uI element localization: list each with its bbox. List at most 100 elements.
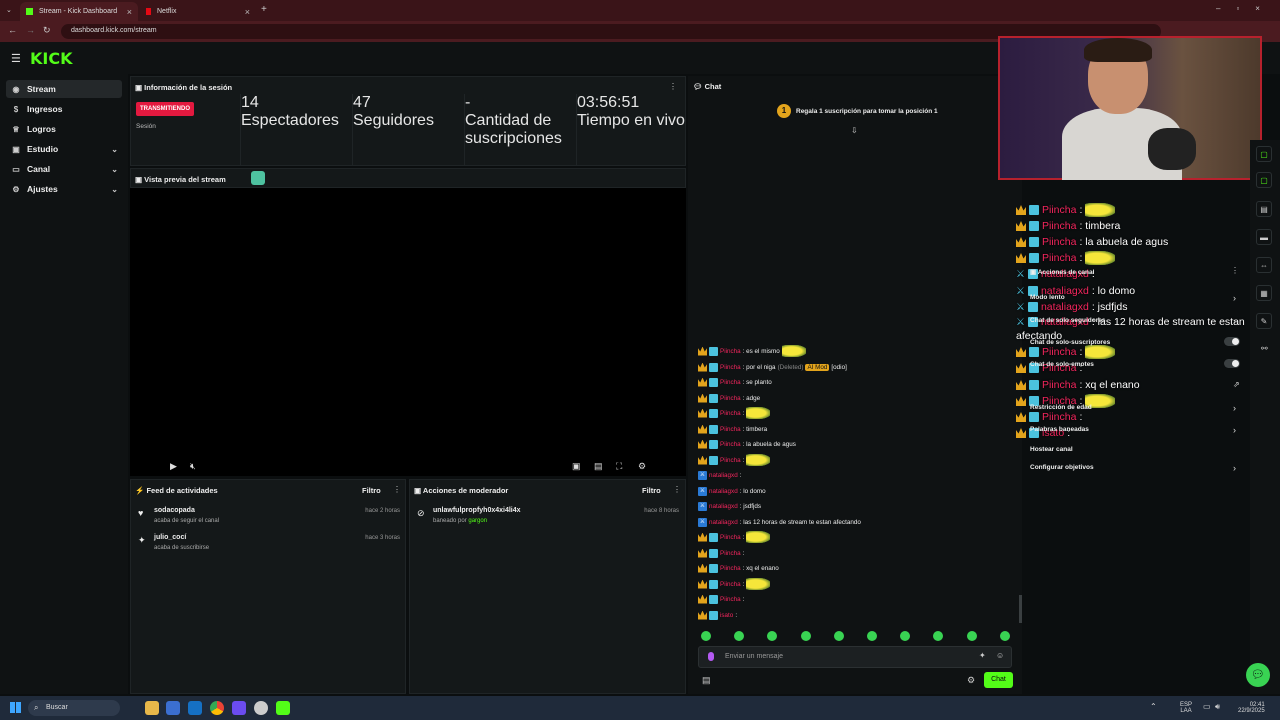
chat-username[interactable]: Piincha (720, 348, 741, 355)
chat-message[interactable]: Piincha: adge (698, 391, 760, 405)
chat-message[interactable]: Piincha: (698, 577, 771, 591)
chat-message[interactable]: ⚔ nataliagxd: lo domo (698, 484, 766, 498)
quick-emote-icon[interactable] (800, 631, 811, 641)
network-icon[interactable]: ▭ (1203, 703, 1211, 711)
chat-message[interactable]: Piincha: se planto (698, 375, 772, 389)
chat-username[interactable]: nataliagxd (709, 503, 738, 510)
tray-chevron-icon[interactable]: ⌃ (1150, 703, 1157, 711)
quick-emote-icon[interactable] (999, 631, 1010, 641)
back-icon[interactable]: ← (8, 25, 17, 35)
chat-message[interactable]: Piincha: (698, 530, 771, 544)
chat-message[interactable]: Piincha: por el niga (Deleted) AI Mod [odio… (698, 360, 847, 374)
store-icon[interactable] (166, 701, 180, 715)
tab-kick-dashboard[interactable]: Stream - Kick Dashboard × (20, 2, 138, 21)
outlook-icon[interactable] (188, 701, 202, 715)
more-options-icon[interactable]: ⋮ (393, 485, 401, 494)
chevron-right-icon[interactable]: › (1233, 403, 1236, 413)
expand-pinned-icon[interactable]: ⇩ (851, 126, 858, 135)
chat-username[interactable]: Piincha (720, 395, 741, 402)
activity-filter-button[interactable]: Filtro (362, 486, 381, 495)
sidebar-item-canal[interactable]: ▭ Canal ⌄ (6, 160, 122, 178)
quick-emote-icon[interactable] (701, 631, 711, 641)
rail-document-icon[interactable]: ▤ (1256, 201, 1272, 217)
theater-icon[interactable]: ▤ (594, 461, 603, 472)
chat-message[interactable]: Piincha: xq el enano (698, 561, 779, 575)
toggle-switch[interactable] (1224, 359, 1240, 368)
sidebar-item-ajustes[interactable]: ⚙ Ajustes ⌄ (6, 180, 122, 198)
chat-username[interactable]: Piincha (720, 457, 741, 464)
sidebar-item-ingresos[interactable]: $ Ingresos (6, 100, 122, 118)
chat-message-input[interactable]: Enviar un mensaje (698, 646, 1012, 668)
chat-username[interactable]: Piincha (720, 364, 741, 371)
chat-message[interactable]: Piincha: (698, 453, 771, 467)
settings-icon[interactable]: ⚙ (638, 461, 646, 472)
chat-username[interactable]: nataliagxd (709, 472, 738, 479)
new-tab-icon[interactable]: + (261, 4, 267, 15)
chat-username[interactable]: nataliagxd (709, 488, 738, 495)
chat-username[interactable]: Piincha (720, 596, 741, 603)
rail-wrench-icon[interactable]: ✎ (1256, 313, 1272, 329)
minimize-icon[interactable]: – (1216, 4, 1220, 13)
chat-message[interactable]: Piincha: timbera (698, 422, 767, 436)
chat-message[interactable]: isato: (698, 608, 737, 622)
emoji-picker-icon[interactable]: ☺ (996, 651, 1004, 660)
language-indicator[interactable]: ESP LAA (1180, 702, 1192, 714)
rail-expand-icon[interactable]: ⇔ (1256, 257, 1272, 273)
forward-icon[interactable]: → (26, 25, 35, 35)
discord-icon[interactable] (232, 701, 246, 715)
popout-icon[interactable]: ⇗ (1233, 380, 1240, 389)
more-options-icon[interactable]: ⋮ (1231, 266, 1239, 275)
play-icon[interactable]: ▶ (170, 461, 177, 472)
chat-username[interactable]: nataliagxd (709, 519, 738, 526)
rail-green-icon[interactable]: ▢ (1256, 172, 1272, 188)
channel-option-configurar-objetivos[interactable]: Configurar objetivos (1030, 464, 1094, 471)
chat-tools-icon[interactable]: ▤ (702, 675, 711, 686)
sidebar-item-logros[interactable]: ♕ Logros (6, 120, 122, 138)
fullscreen-icon[interactable]: ⛶ (616, 461, 622, 472)
chevron-right-icon[interactable]: › (1233, 463, 1236, 473)
stream-preview-player[interactable] (130, 188, 686, 476)
window-controls[interactable]: – ▫ × (1216, 4, 1260, 13)
channel-option-modo-lento[interactable]: Modo lento (1030, 294, 1065, 301)
chat-username[interactable]: Piincha (720, 410, 741, 417)
close-tab-icon[interactable]: × (245, 7, 250, 17)
hamburger-menu-icon[interactable]: ☰ (11, 52, 21, 65)
windows-start-icon[interactable] (10, 702, 21, 713)
sidebar-item-estudio[interactable]: ▣ Estudio ⌄ (6, 140, 122, 158)
kick-taskbar-icon[interactable] (276, 701, 290, 715)
support-chat-button[interactable]: 💬︎ (1246, 663, 1270, 687)
file-explorer-icon[interactable] (145, 701, 159, 715)
more-options-icon[interactable]: ⋮ (673, 485, 681, 494)
pip-icon[interactable]: ▣ (572, 461, 581, 472)
mute-icon[interactable]: 🔇︎ (190, 461, 196, 472)
chat-message[interactable]: Piincha: (698, 546, 744, 560)
chat-username[interactable]: Piincha (720, 441, 741, 448)
chevron-right-icon[interactable]: › (1233, 293, 1236, 303)
rail-chat-icon[interactable]: ▬ (1256, 229, 1272, 245)
chat-username[interactable]: Piincha (720, 534, 741, 541)
chat-message[interactable]: ⚔ nataliagxd: las 12 horas de stream te e… (698, 515, 861, 529)
kick-logo[interactable]: KICK (30, 49, 73, 68)
mod-filter-button[interactable]: Filtro (642, 486, 661, 495)
chevron-right-icon[interactable]: › (1233, 316, 1236, 326)
chat-message[interactable]: Piincha: la abuela de agus (698, 437, 796, 451)
channel-option-palabras-baneadas[interactable]: Palabras baneadas (1030, 426, 1089, 433)
more-options-icon[interactable]: ⋮ (669, 82, 677, 91)
reload-icon[interactable]: ↻ (43, 25, 51, 36)
tab-list-icon[interactable]: ⌄ (6, 6, 12, 14)
quick-emote-icon[interactable] (966, 631, 977, 641)
volume-icon[interactable]: 🔊︎ (1215, 703, 1220, 711)
channel-option-restricci-n-de-edad[interactable]: Restricción de edad (1030, 404, 1092, 411)
rail-layout-icon[interactable]: ▦ (1256, 285, 1272, 301)
rail-share-icon[interactable]: ⚯ (1261, 344, 1268, 353)
gift-sub-prompt[interactable]: Regala 1 suscripción para tomar la posic… (796, 108, 938, 115)
quick-emote-icon[interactable] (867, 631, 877, 641)
chat-message[interactable]: ⚔ nataliagxd: (698, 468, 741, 482)
chat-settings-icon[interactable]: ⚙ (967, 675, 975, 686)
chat-username[interactable]: Piincha (720, 565, 741, 572)
rail-green-icon[interactable]: ▢ (1256, 146, 1272, 162)
chrome-icon[interactable] (210, 701, 224, 715)
obs-icon[interactable] (254, 701, 268, 715)
send-chat-button[interactable]: Chat (984, 672, 1013, 688)
tab-netflix[interactable]: Netflix × (140, 2, 256, 21)
